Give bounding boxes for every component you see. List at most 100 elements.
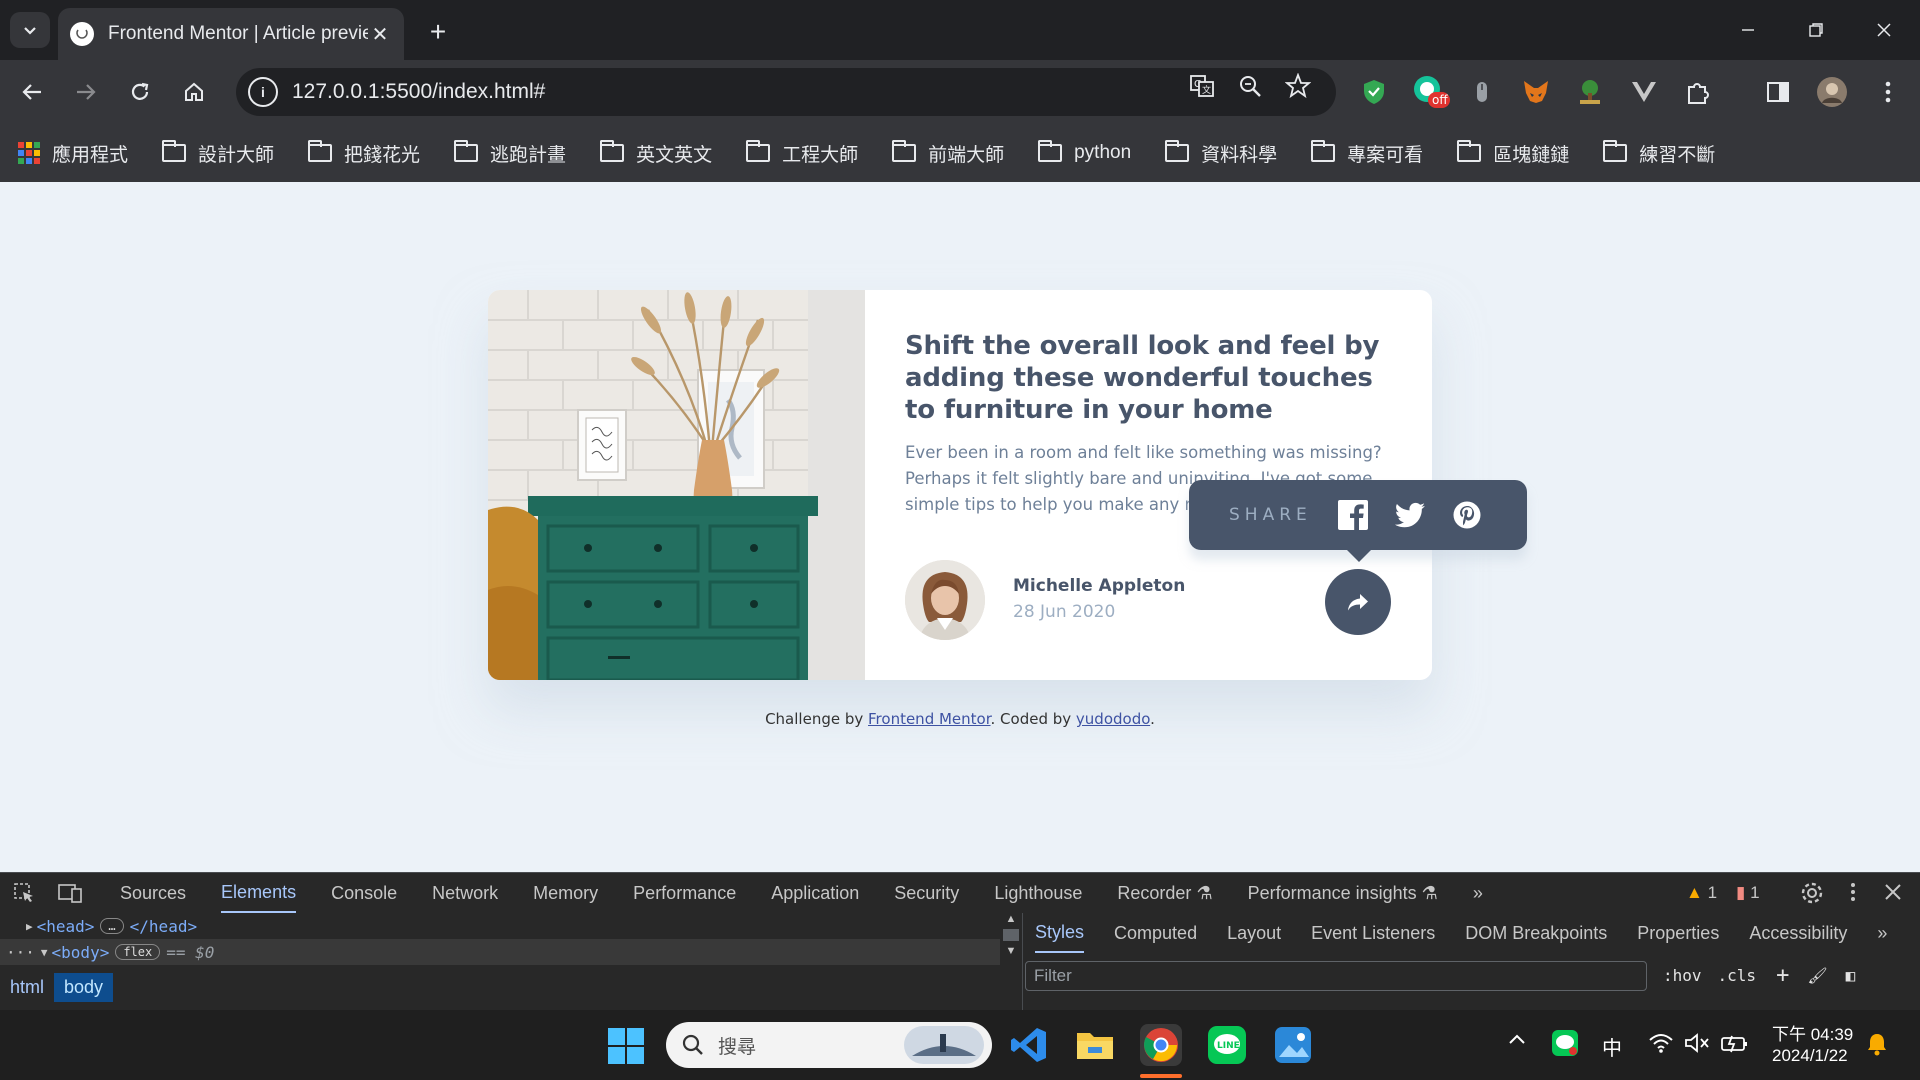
zoom-icon[interactable] xyxy=(1236,72,1264,100)
file-explorer-icon[interactable] xyxy=(1074,1024,1116,1066)
share-button[interactable] xyxy=(1325,569,1391,635)
bookmark-star-icon[interactable] xyxy=(1284,72,1312,100)
line-tray-icon[interactable] xyxy=(1552,1030,1578,1061)
scroll-up-icon[interactable]: ▲ xyxy=(1006,913,1017,925)
minimize-button[interactable] xyxy=(1718,8,1778,52)
restore-button[interactable] xyxy=(1786,8,1846,52)
devtools-menu-icon[interactable] xyxy=(1850,881,1856,908)
vue-extension-icon[interactable] xyxy=(1628,76,1660,108)
styles-tab[interactable]: Styles xyxy=(1035,913,1085,953)
side-panel-icon[interactable] xyxy=(1762,76,1794,108)
devtools-tab-recorder[interactable]: Recorder ⚗ xyxy=(1117,873,1212,913)
tree-scrollbar[interactable]: ▲ ▼ xyxy=(1000,913,1022,1011)
browser-menu-icon[interactable] xyxy=(1872,76,1904,108)
devtools-close-icon[interactable] xyxy=(1884,883,1902,906)
translate-icon[interactable]: G文 xyxy=(1188,72,1216,100)
bookmark-folder[interactable]: 練習不斷 xyxy=(1603,140,1715,167)
devtools-tab-console[interactable]: Console xyxy=(331,873,397,913)
bookmark-folder[interactable]: 英文英文 xyxy=(600,140,712,167)
twitter-icon[interactable] xyxy=(1394,500,1425,530)
new-tab-button[interactable]: + xyxy=(420,14,456,50)
back-button[interactable] xyxy=(14,74,50,110)
address-bar[interactable]: i 127.0.0.1:5500/index.html# xyxy=(236,68,1336,116)
devtools-tab-network[interactable]: Network xyxy=(432,873,498,913)
url-text[interactable]: 127.0.0.1:5500/index.html# xyxy=(292,80,545,104)
reload-button[interactable] xyxy=(122,74,158,110)
battery-icon[interactable] xyxy=(1720,1032,1748,1059)
devtools-tab-performance[interactable]: Performance xyxy=(633,873,736,913)
breadcrumb-body[interactable]: body xyxy=(54,972,114,1002)
flex-badge[interactable]: flex xyxy=(115,944,161,960)
tree-extension-icon[interactable] xyxy=(1574,76,1606,108)
breadcrumb-html[interactable]: html xyxy=(0,973,54,1002)
profile-avatar[interactable] xyxy=(1816,76,1848,108)
bookmark-apps[interactable]: 應用程式 xyxy=(18,140,128,167)
frontend-mentor-link[interactable]: Frontend Mentor xyxy=(868,710,991,728)
bookmark-folder[interactable]: 把錢花光 xyxy=(308,140,420,167)
styles-filter-input[interactable]: Filter xyxy=(1025,961,1647,991)
settings-gear-icon[interactable] xyxy=(1800,881,1824,910)
bookmark-folder[interactable]: 資料科學 xyxy=(1165,140,1277,167)
issues-indicator[interactable]: ▮ 1 xyxy=(1736,883,1760,903)
devtools-tab-performance-insights[interactable]: Performance insights ⚗ xyxy=(1248,873,1438,913)
mouse-extension-icon[interactable] xyxy=(1466,76,1498,108)
close-window-button[interactable] xyxy=(1854,8,1914,52)
pinterest-icon[interactable] xyxy=(1452,500,1482,530)
bookmark-folder[interactable]: 逃跑計畫 xyxy=(454,140,566,167)
taskbar-search[interactable]: 搜尋 xyxy=(666,1022,992,1068)
cls-toggle[interactable]: .cls xyxy=(1718,966,1757,985)
properties-tab[interactable]: Properties xyxy=(1637,913,1719,953)
bookmark-folder[interactable]: python xyxy=(1038,140,1131,164)
devtools-tab-security[interactable]: Security xyxy=(894,873,959,913)
tab-search-button[interactable] xyxy=(10,12,50,48)
forward-button[interactable] xyxy=(68,74,104,110)
more-tabs-icon[interactable]: » xyxy=(1473,873,1483,913)
wifi-icon[interactable] xyxy=(1648,1032,1674,1059)
bookmark-folder[interactable]: 區塊鏈鏈 xyxy=(1457,140,1569,167)
node-actions-icon[interactable]: ··· xyxy=(6,943,35,962)
tree-node-head[interactable]: ▶ <head> … </head> xyxy=(0,913,1000,939)
volume-muted-icon[interactable] xyxy=(1684,1032,1710,1059)
devtools-tab-sources[interactable]: Sources xyxy=(120,873,186,913)
bookmark-folder[interactable]: 工程大師 xyxy=(746,140,858,167)
clock-time[interactable]: 下午 04:39 xyxy=(1772,1020,1853,1045)
tree-node-body[interactable]: ··· ▼ <body> flex == $0 xyxy=(0,939,1000,965)
bookmark-folder[interactable]: 設計大師 xyxy=(162,140,274,167)
devtools-tab-lighthouse[interactable]: Lighthouse xyxy=(994,873,1082,913)
devtools-tab-elements[interactable]: Elements xyxy=(221,873,297,913)
grammarly-extension-icon[interactable]: off xyxy=(1410,76,1450,108)
line-app-icon[interactable]: LINE xyxy=(1206,1024,1248,1066)
dom-breakpoints-tab[interactable]: DOM Breakpoints xyxy=(1465,913,1607,953)
layout-tab[interactable]: Layout xyxy=(1227,913,1281,953)
extensions-puzzle-icon[interactable] xyxy=(1682,76,1714,108)
browser-tab[interactable]: Frontend Mentor | Article preview compon… xyxy=(58,8,404,60)
metamask-fox-icon[interactable] xyxy=(1520,76,1552,108)
home-button[interactable] xyxy=(176,74,212,110)
shield-extension-icon[interactable] xyxy=(1358,76,1390,108)
new-rule-icon[interactable]: + xyxy=(1776,963,1789,988)
author-link[interactable]: yudododo xyxy=(1076,710,1150,728)
show-hidden-icons[interactable] xyxy=(1508,1032,1526,1050)
toggle-sidebar-icon[interactable]: ◧ xyxy=(1846,966,1856,985)
scroll-down-icon[interactable]: ▼ xyxy=(1006,945,1017,957)
tab-close-icon[interactable]: ✕ xyxy=(368,22,392,47)
notification-bell-icon[interactable] xyxy=(1866,1032,1888,1061)
ime-indicator[interactable]: 中 xyxy=(1602,1032,1622,1061)
site-info-icon[interactable]: i xyxy=(248,77,278,107)
vscode-app-icon[interactable] xyxy=(1008,1024,1050,1066)
bookmark-folder[interactable]: 專案可看 xyxy=(1311,140,1423,167)
computed-tab[interactable]: Computed xyxy=(1114,913,1197,953)
devtools-tab-application[interactable]: Application xyxy=(771,873,859,913)
chrome-app-icon[interactable] xyxy=(1140,1024,1182,1066)
paint-brush-icon[interactable]: 🖌 xyxy=(1807,966,1827,985)
photos-app-icon[interactable] xyxy=(1272,1024,1314,1066)
event-listeners-tab[interactable]: Event Listeners xyxy=(1311,913,1435,953)
start-button[interactable] xyxy=(608,1028,644,1064)
inspect-element-icon[interactable] xyxy=(0,882,48,904)
hov-toggle[interactable]: :hov xyxy=(1663,966,1702,985)
facebook-icon[interactable] xyxy=(1337,500,1368,530)
warnings-indicator[interactable]: ▲ 1 xyxy=(1686,883,1717,903)
accessibility-tab[interactable]: Accessibility xyxy=(1749,913,1847,953)
more-panes-icon[interactable]: » xyxy=(1877,913,1887,953)
clock-date[interactable]: 2024/1/22 xyxy=(1772,1046,1848,1066)
